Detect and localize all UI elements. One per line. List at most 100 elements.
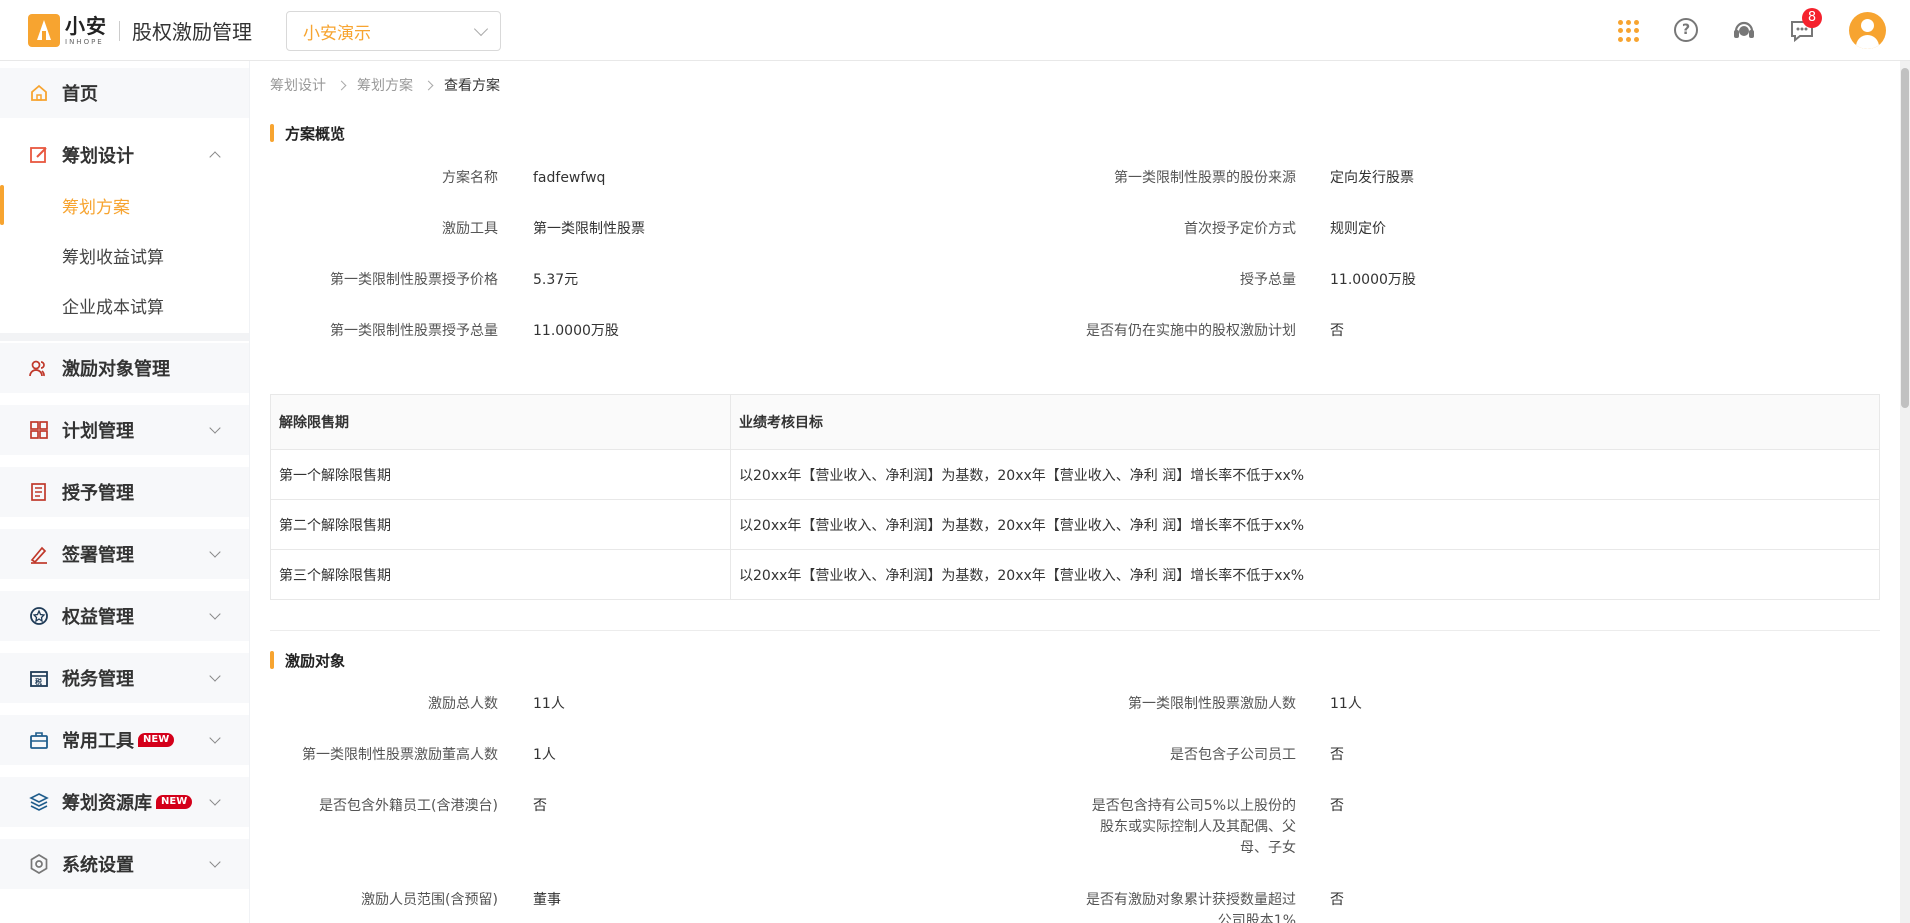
chevron-right-icon: [336, 80, 347, 90]
vertical-scrollbar[interactable]: [1900, 61, 1910, 923]
table-row: 第三个解除限售期 以20xx年【营业收入、净利润】为基数，20xx年【营业收入、…: [270, 549, 1880, 600]
field-value: 11人: [533, 696, 565, 712]
breadcrumb-current: 查看方案: [444, 78, 500, 94]
sidebar-item-tools[interactable]: 常用工具 NEW: [0, 715, 249, 765]
field-value: 11.0000万股: [1330, 272, 1416, 288]
breadcrumb-item[interactable]: 筹划方案: [357, 75, 413, 95]
logo-text: 小安: [65, 13, 107, 38]
sidebar-item-tax-mgmt[interactable]: 税 税务管理: [0, 653, 249, 703]
sidebar-item-label: 权益管理: [62, 607, 134, 628]
section-title-targets: 激励对象: [270, 650, 345, 671]
help-icon[interactable]: ?: [1674, 18, 1698, 42]
field-label: 激励总人数: [428, 696, 498, 712]
table-row: 第一个解除限售期 以20xx年【营业收入、净利润】为基数，20xx年【营业收入、…: [270, 449, 1880, 500]
field-label: 是否包含子公司员工: [1170, 747, 1296, 763]
toolbox-icon: [28, 729, 50, 751]
field-label: 是否有仍在实施中的股权激励计划: [1086, 323, 1296, 339]
sidebar-item-label: 常用工具: [62, 731, 134, 752]
field-value: 5.37元: [533, 272, 579, 288]
settings-icon: [28, 853, 50, 875]
sidebar-divider: [0, 333, 249, 341]
section-divider: [270, 630, 1880, 631]
sidebar-item-plan-mgmt[interactable]: 计划管理: [0, 405, 249, 455]
field-label: 授予总量: [1240, 272, 1296, 288]
sidebar-item-resources[interactable]: 筹划资源库 NEW: [0, 777, 249, 827]
sidebar-item-sign-mgmt[interactable]: 签署管理: [0, 529, 249, 579]
sidebar-subitem-plan-scheme[interactable]: 筹划方案: [0, 180, 249, 230]
home-icon: [28, 82, 50, 104]
main-content: 筹划设计 筹划方案 查看方案 方案概览 方案名称 fadfewfwq 第一类限制…: [250, 61, 1900, 923]
new-tag: NEW: [138, 733, 175, 747]
sidebar-item-settings[interactable]: 系统设置: [0, 839, 249, 889]
field-value: 第一类限制性股票: [533, 221, 645, 237]
field-value: 否: [1330, 798, 1344, 814]
sidebar-item-plan-design[interactable]: 筹划设计: [0, 130, 249, 180]
sidebar-item-label: 激励对象管理: [62, 359, 170, 380]
field-value: 否: [533, 798, 547, 814]
sidebar-item-label: 税务管理: [62, 669, 134, 690]
chevron-down-icon: [209, 608, 221, 620]
table-header-row: 解除限售期 业绩考核目标: [270, 394, 1880, 450]
message-count-badge: 8: [1802, 8, 1822, 28]
field-value: 规则定价: [1330, 221, 1386, 237]
field-value: 否: [1330, 892, 1344, 908]
table-cell: 第二个解除限售期: [270, 499, 731, 550]
table-cell: 以20xx年【营业收入、净利润】为基数，20xx年【营业收入、净利 润】增长率不…: [730, 449, 1880, 500]
organization-select[interactable]: 小安演示: [286, 11, 501, 51]
field-label: 激励人员范围(含预留): [361, 892, 498, 908]
sidebar-item-home[interactable]: 首页: [0, 68, 249, 118]
sidebar-item-label: 授予管理: [62, 483, 134, 504]
field-value: 否: [1330, 747, 1344, 763]
organization-select-value: 小安演示: [303, 23, 371, 44]
field-value: fadfewfwq: [533, 170, 606, 186]
breadcrumb-item[interactable]: 筹划设计: [270, 75, 326, 95]
field-label: 第一类限制性股票授予总量: [330, 323, 498, 339]
document-icon: [28, 481, 50, 503]
table-header: 解除限售期: [270, 394, 731, 450]
field-label: 激励工具: [442, 221, 498, 237]
sidebar-item-label: 签署管理: [62, 545, 134, 566]
field-value: 11人: [1330, 696, 1362, 712]
sidebar: 首页 筹划设计 筹划方案 筹划收益试算 企业成本试算 激励对象管理 计划管理 授…: [0, 61, 249, 923]
unlock-period-table: 解除限售期 业绩考核目标 第一个解除限售期 以20xx年【营业收入、净利润】为基…: [270, 394, 1880, 600]
chevron-down-icon: [209, 732, 221, 744]
field-label: 第一类限制性股票激励董高人数: [302, 747, 498, 763]
field-label: 首次授予定价方式: [1184, 221, 1296, 237]
sidebar-item-incentive-targets[interactable]: 激励对象管理: [0, 343, 249, 393]
apps-grid-icon[interactable]: [1618, 20, 1640, 42]
section-title-overview: 方案概览: [270, 123, 345, 144]
table-cell: 第三个解除限售期: [270, 549, 731, 600]
app-logo[interactable]: 小安 INHOPE 股权激励管理: [28, 14, 252, 47]
table-header: 业绩考核目标: [730, 394, 1880, 450]
sidebar-item-label: 筹划资源库: [62, 793, 152, 814]
chevron-down-icon: [209, 422, 221, 434]
svg-text:税: 税: [35, 677, 42, 686]
logo-divider: [119, 20, 120, 41]
sidebar-subitem-label: 筹划收益试算: [62, 247, 164, 268]
sidebar-subitem-cost-calc[interactable]: 企业成本试算: [0, 280, 249, 330]
logo-subtext: INHOPE: [65, 37, 104, 46]
chevron-down-icon: [473, 21, 489, 37]
sidebar-subitem-income-calc[interactable]: 筹划收益试算: [0, 230, 249, 280]
field-label: 是否包含持有公司5%以上股份的股东或实际控制人及其配偶、父母、子女: [1091, 798, 1296, 856]
field-value: 11.0000万股: [533, 323, 619, 339]
chevron-down-icon: [209, 670, 221, 682]
scrollbar-thumb[interactable]: [1901, 68, 1909, 408]
sidebar-item-equity-mgmt[interactable]: 权益管理: [0, 591, 249, 641]
sidebar-item-label: 系统设置: [62, 855, 134, 876]
field-value: 否: [1330, 323, 1344, 339]
field-label: 第一类限制性股票激励人数: [1128, 696, 1296, 712]
sidebar-item-label: 计划管理: [62, 421, 134, 442]
signature-icon: [28, 543, 50, 565]
user-avatar[interactable]: [1849, 12, 1886, 49]
breadcrumb: 筹划设计 筹划方案 查看方案: [270, 75, 500, 95]
sidebar-item-grant-mgmt[interactable]: 授予管理: [0, 467, 249, 517]
table-cell: 第一个解除限售期: [270, 449, 731, 500]
table-row: 第二个解除限售期 以20xx年【营业收入、净利润】为基数，20xx年【营业收入、…: [270, 499, 1880, 550]
new-tag: NEW: [156, 795, 193, 809]
logo-icon: [28, 14, 60, 47]
users-icon: [28, 357, 50, 379]
field-label: 第一类限制性股票的股份来源: [1114, 170, 1296, 186]
edit-icon: [28, 144, 50, 166]
support-icon[interactable]: [1731, 17, 1757, 43]
